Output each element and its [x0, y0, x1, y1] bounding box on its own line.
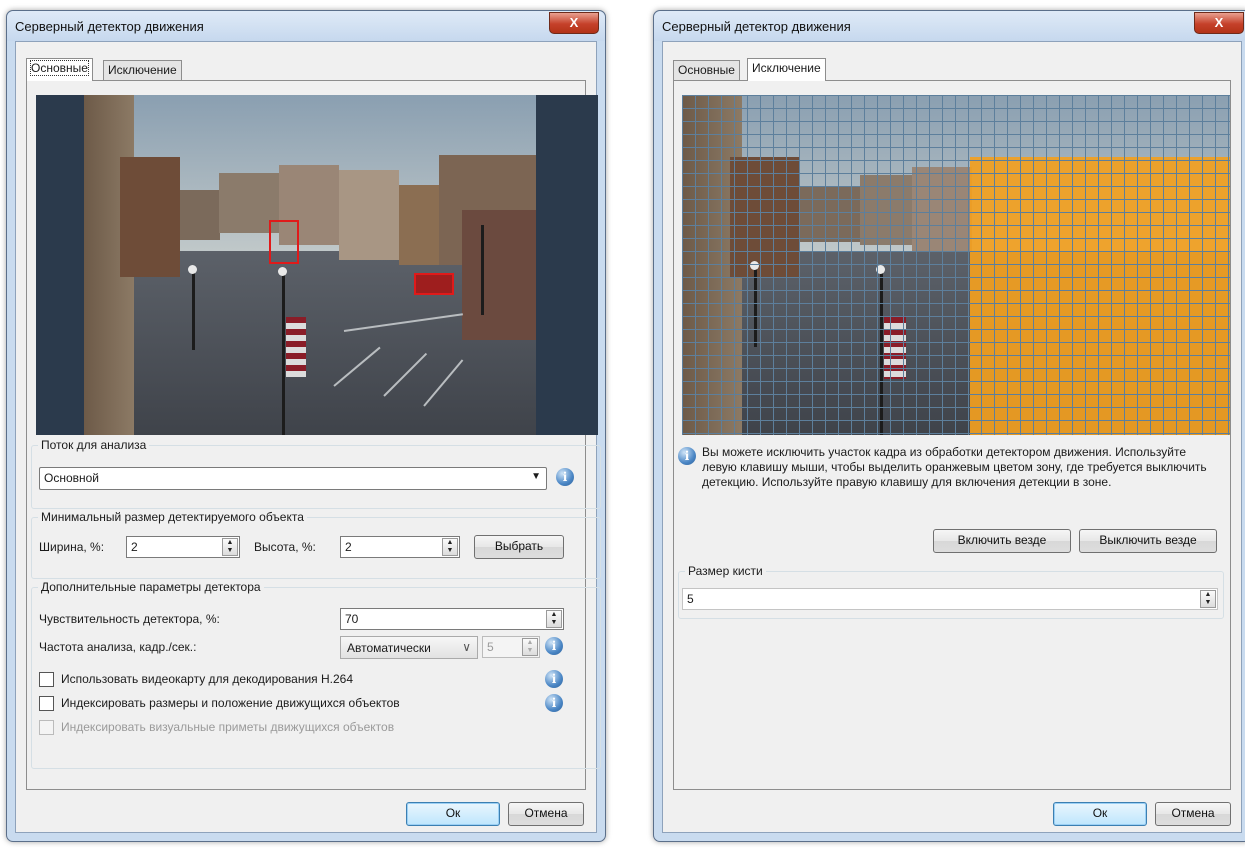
chevron-down-icon: ∨: [462, 640, 471, 654]
ok-button[interactable]: Ок: [406, 802, 500, 826]
brush-size-group: Размер кисти 5 ▲ ▼: [678, 564, 1224, 619]
frequency-mode-value: Автоматически: [347, 641, 431, 655]
tab-exclusion-label: Исключение: [752, 61, 821, 75]
choose-button-label: Выбрать: [494, 539, 544, 553]
disable-all-button-label: Выключить везде: [1099, 533, 1197, 547]
info-icon[interactable]: i: [545, 670, 563, 688]
cancel-button-label: Отмена: [524, 806, 568, 820]
stream-group: Поток для анализа Основной ▼ i: [31, 438, 601, 509]
ok-button-label: Ок: [445, 806, 461, 820]
frequency-mode-select[interactable]: Автоматически ∨: [340, 636, 478, 659]
info-icon: i: [678, 447, 696, 465]
cancel-button[interactable]: Отмена: [1155, 802, 1231, 826]
close-button[interactable]: X: [1194, 12, 1244, 34]
ok-button-label: Ок: [1092, 806, 1108, 820]
lamp-globe: [188, 265, 197, 274]
index-size-checkbox[interactable]: [39, 696, 54, 711]
ok-button[interactable]: Ок: [1053, 802, 1147, 826]
min-size-group: Минимальный размер детектируемого объект…: [31, 510, 601, 579]
exclusion-zone-editor[interactable]: [682, 95, 1230, 435]
frequency-label: Частота анализа, кадр./сек.:: [39, 640, 197, 654]
tab-exclusion-label: Исключение: [108, 63, 177, 77]
spin-updown-icon[interactable]: ▲ ▼: [442, 538, 458, 556]
lamp-post: [481, 225, 484, 315]
title-bar[interactable]: Серверный детектор движения X: [7, 11, 605, 41]
height-label: Высота, %:: [254, 540, 316, 554]
dialog-title: Серверный детектор движения: [662, 19, 851, 34]
info-icon[interactable]: i: [545, 637, 563, 655]
motion-box-car: [414, 273, 454, 295]
sensitivity-value: 70: [345, 612, 359, 626]
info-icon[interactable]: i: [556, 468, 574, 486]
lamp-post: [282, 273, 285, 435]
stream-select-value: Основной: [44, 471, 100, 485]
tab-panel-main: Поток для анализа Основной ▼ i Минимальн…: [26, 80, 601, 790]
spin-updown-icon[interactable]: ▲ ▼: [1200, 590, 1216, 608]
street-banner: [286, 317, 306, 377]
brush-size-group-title: Размер кисти: [685, 564, 766, 578]
enable-all-button[interactable]: Включить везде: [933, 529, 1071, 553]
frequency-spinbox: 5 ▲ ▼: [482, 636, 540, 658]
tab-main[interactable]: Основные: [673, 60, 740, 80]
title-bar[interactable]: Серверный детектор движения X: [654, 11, 1245, 41]
building: [399, 185, 439, 265]
close-button[interactable]: X: [549, 12, 599, 34]
spin-updown-icon: ▲ ▼: [522, 638, 538, 656]
dialog-client-area: Основные Исключение: [15, 41, 601, 833]
exclusion-info-text: Вы можете исключить участок кадра из обр…: [702, 445, 1207, 489]
index-visual-checkbox: [39, 720, 54, 735]
gpu-decode-checkbox[interactable]: [39, 672, 54, 687]
motion-detector-dialog-main: Серверный детектор движения X Основные И…: [6, 10, 606, 842]
cancel-button[interactable]: Отмена: [508, 802, 584, 826]
sensitivity-label: Чувствительность детектора, %:: [39, 612, 220, 626]
frequency-value: 5: [487, 640, 494, 654]
lamp-globe: [278, 267, 287, 276]
tab-main-label: Основные: [30, 60, 89, 76]
dialog-client-area: Основные Исключение: [662, 41, 1242, 833]
tab-panel-exclusion: i Вы можете исключить участок кадра из о…: [673, 80, 1231, 790]
disable-all-button[interactable]: Выключить везде: [1079, 529, 1217, 553]
building: [462, 210, 536, 340]
spin-updown-icon[interactable]: ▲ ▼: [222, 538, 238, 556]
height-value: 2: [345, 540, 352, 554]
motion-box-bus: [269, 220, 299, 264]
stream-group-title: Поток для анализа: [38, 438, 150, 452]
tab-exclusion[interactable]: Исключение: [103, 60, 182, 80]
building: [180, 190, 220, 240]
dialog-title: Серверный детектор движения: [15, 19, 204, 34]
spin-updown-icon[interactable]: ▲ ▼: [546, 610, 562, 628]
index-size-label[interactable]: Индексировать размеры и положение движущ…: [61, 696, 400, 710]
motion-detector-dialog-exclusion: Серверный детектор движения X Основные И…: [653, 10, 1245, 842]
building: [120, 157, 180, 277]
info-icon[interactable]: i: [545, 694, 563, 712]
lamp-post: [192, 270, 195, 350]
tab-main[interactable]: Основные: [26, 58, 93, 81]
gpu-decode-label[interactable]: Использовать видеокарту для декодировани…: [61, 672, 353, 686]
extra-params-group-title: Дополнительные параметры детектора: [38, 580, 264, 594]
brush-size-spinbox[interactable]: 5 ▲ ▼: [682, 588, 1218, 610]
choose-button[interactable]: Выбрать: [474, 535, 564, 559]
cancel-button-label: Отмена: [1171, 806, 1215, 820]
width-label: Ширина, %:: [39, 540, 105, 554]
stream-select[interactable]: Основной ▼: [39, 467, 547, 490]
building: [339, 170, 399, 260]
height-spinbox[interactable]: 2 ▲ ▼: [340, 536, 460, 558]
camera-frame: [84, 95, 536, 435]
min-size-group-title: Минимальный размер детектируемого объект…: [38, 510, 307, 524]
enable-all-button-label: Включить везде: [957, 533, 1047, 547]
brush-size-value: 5: [687, 592, 694, 606]
width-spinbox[interactable]: 2 ▲ ▼: [126, 536, 240, 558]
tab-exclusion[interactable]: Исключение: [747, 58, 826, 81]
extra-params-group: Дополнительные параметры детектора Чувст…: [31, 580, 601, 769]
chevron-down-icon: ▼: [531, 471, 541, 482]
index-visual-label: Индексировать визуальные приметы движущи…: [61, 720, 395, 734]
video-preview: [36, 95, 598, 435]
sensitivity-spinbox[interactable]: 70 ▲ ▼: [340, 608, 564, 630]
tab-main-label: Основные: [678, 63, 735, 77]
grid-overlay: [682, 95, 1230, 435]
width-value: 2: [131, 540, 138, 554]
